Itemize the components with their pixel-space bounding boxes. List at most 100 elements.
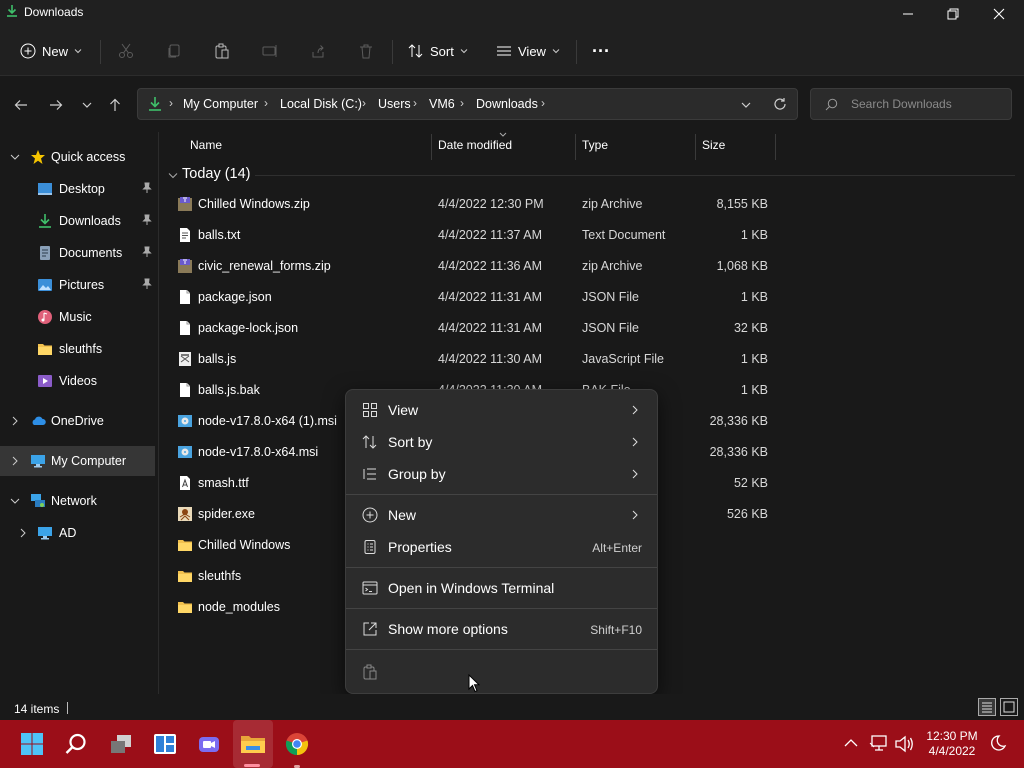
breadcrumb-local-disk[interactable]: Local Disk (C:) [280,97,362,111]
restore-button[interactable] [930,0,976,28]
pin-icon[interactable] [142,246,152,258]
column-header-size[interactable]: Size [702,138,725,164]
sidebar-item-quick-access[interactable]: Quick access [0,142,155,172]
chevron-up-icon[interactable] [844,738,858,748]
teams-chat-button[interactable] [195,730,223,758]
menu-item-view[interactable]: View [350,394,654,426]
file-size: 1 KB [740,352,768,366]
menu-item-label: Properties [388,539,452,555]
copy-button[interactable] [166,38,182,64]
file-row[interactable]: package-lock.json 4/4/2022 11:31 AM JSON F… [170,313,780,344]
sidebar-item-onedrive[interactable]: OneDrive [0,406,155,436]
chevron-right-icon[interactable] [10,456,20,466]
start-button[interactable] [18,730,46,758]
widgets-button[interactable] [151,730,179,758]
menu-item-show-more-options[interactable]: Show more options Shift+F10 [350,613,654,645]
menu-item-properties[interactable]: Properties Alt+Enter [350,531,654,563]
cut-button[interactable] [118,38,134,64]
videos-icon [38,375,52,387]
column-divider[interactable] [695,134,696,160]
file-row[interactable]: balls.txt 4/4/2022 11:37 AM Text Document 1… [170,220,780,251]
chevron-down-icon[interactable] [168,172,178,180]
paste-icon [363,664,377,680]
sidebar-item-my-computer[interactable]: My Computer [0,446,155,476]
rename-button[interactable] [262,38,278,64]
sidebar-item-network[interactable]: Network [0,486,155,516]
delete-button[interactable] [358,38,374,64]
network-status-icon[interactable] [869,734,889,752]
address-bar[interactable]: › My Computer › Local Disk (C:) › Users … [137,88,798,120]
file-date: 4/4/2022 11:36 AM [438,259,543,273]
chevron-right-icon[interactable] [18,528,28,538]
sidebar-item-videos[interactable]: Videos [0,366,155,396]
sidebar-item-ad[interactable]: AD [0,518,155,548]
file-row[interactable]: balls.js 4/4/2022 11:30 AM JavaScript File… [170,344,780,375]
menu-item-open-terminal[interactable]: Open in Windows Terminal [350,572,654,604]
breadcrumb-users[interactable]: Users [378,97,411,111]
chevron-right-icon[interactable] [10,416,20,426]
chevron-down-icon[interactable] [741,100,751,110]
pane-divider[interactable] [158,132,159,694]
sidebar-item-downloads[interactable]: Downloads [0,206,155,236]
download-icon [7,5,17,17]
chrome-button[interactable] [283,730,311,758]
up-button[interactable] [104,94,126,116]
pin-icon[interactable] [142,182,152,194]
file-row[interactable]: civic_renewal_forms.zip 4/4/2022 11:36 AM… [170,251,780,282]
system-clock[interactable]: 12:30 PM 4/4/2022 [922,729,982,759]
menu-item-sort-by[interactable]: Sort by [350,426,654,458]
minimize-button[interactable] [885,0,931,28]
sidebar-item-desktop[interactable]: Desktop [0,174,155,204]
breadcrumb-vm6[interactable]: VM6 [429,97,455,111]
pin-icon[interactable] [142,278,152,290]
download-icon [149,97,161,111]
file-explorer-button[interactable] [239,730,267,758]
mouse-cursor-icon [468,674,480,693]
task-view-button[interactable] [107,730,135,758]
recent-locations-button[interactable] [76,94,98,116]
more-options-button[interactable]: ··· [592,38,610,64]
computer-icon [38,527,52,540]
pin-icon[interactable] [142,214,152,226]
file-size: 52 KB [733,476,768,490]
chevron-down-icon[interactable] [10,496,20,506]
volume-icon[interactable] [894,735,914,753]
sidebar-item-sleuthfs[interactable]: sleuthfs [0,334,155,364]
open-external-icon [363,622,377,636]
chevron-down-icon[interactable] [10,152,20,162]
share-button[interactable] [310,38,326,64]
group-header[interactable]: Today (14) [182,166,251,182]
column-header-type[interactable]: Type [582,138,608,164]
column-divider[interactable] [775,134,776,160]
tiles-view-button[interactable] [1000,698,1018,716]
close-button[interactable] [976,0,1022,28]
notifications-icon[interactable] [989,734,1007,754]
refresh-icon[interactable] [773,97,787,111]
file-row[interactable]: Chilled Windows.zip 4/4/2022 12:30 PM zip … [170,189,780,220]
menu-item-paste-icon-button[interactable] [350,656,654,688]
column-divider[interactable] [431,134,432,160]
sort-button[interactable]: Sort [408,38,468,64]
sidebar-item-label: Documents [59,246,123,260]
view-button[interactable]: View [496,38,560,64]
back-button[interactable] [10,94,32,116]
menu-item-new[interactable]: New [350,499,654,531]
column-header-name[interactable]: Name [190,138,222,164]
search-input[interactable]: Search Downloads [810,88,1012,120]
breadcrumb-my-computer[interactable]: My Computer [183,97,258,111]
sidebar-item-documents[interactable]: Documents [0,238,155,268]
details-view-button[interactable] [978,698,996,716]
copy-icon [168,44,180,58]
menu-item-group-by[interactable]: Group by [350,458,654,490]
new-button[interactable]: New [20,38,82,64]
forward-button[interactable] [45,94,67,116]
paste-button[interactable] [214,38,230,64]
breadcrumb-downloads[interactable]: Downloads [476,97,538,111]
column-header-date[interactable]: Date modified [438,138,512,164]
sidebar-item-music[interactable]: Music [0,302,155,332]
search-button[interactable] [62,730,90,758]
column-divider[interactable] [575,134,576,160]
sidebar-item-pictures[interactable]: Pictures [0,270,155,300]
file-row[interactable]: package.json 4/4/2022 11:31 AM JSON File 1 … [170,282,780,313]
file-explorer-icon [241,736,265,753]
